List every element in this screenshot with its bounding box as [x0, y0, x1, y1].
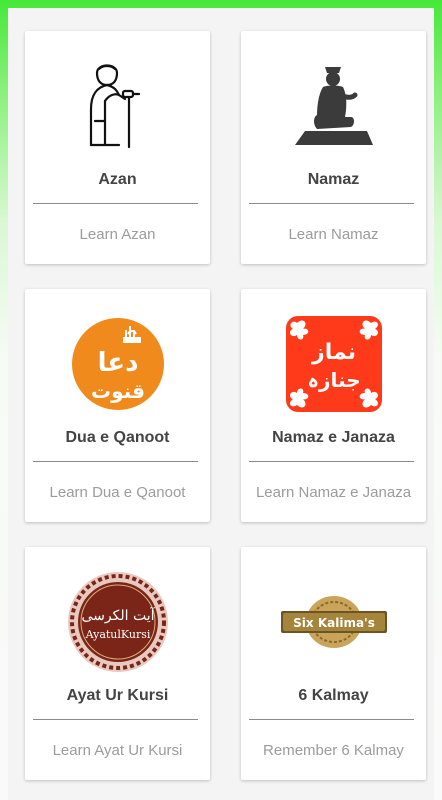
- namaz-janaza-tile-icon: نماز جنازہ: [241, 309, 426, 419]
- card-ayat-ur-kursi[interactable]: آیت الکرسی AyatulKursi Ayat Ur Kursi Lea…: [25, 547, 210, 780]
- card-subtitle[interactable]: Learn Namaz: [241, 226, 426, 243]
- card-namaz-e-janaza[interactable]: نماز جنازہ Namaz e Janaza Learn Namaz e …: [241, 289, 426, 522]
- icon-text-bottom: جنازہ: [307, 368, 360, 392]
- icon-text-bottom: قنوت: [91, 379, 145, 403]
- six-kalimas-banner-icon: Six Kalima's: [241, 567, 426, 677]
- card-dua-e-qanoot[interactable]: دعا قنوت Dua e Qanoot Learn Dua e Qanoot: [25, 289, 210, 522]
- divider: [33, 461, 198, 462]
- card-azan[interactable]: Azan Learn Azan: [25, 31, 210, 264]
- icon-text: Six Kalima's: [293, 616, 375, 630]
- card-subtitle[interactable]: Learn Azan: [25, 226, 210, 243]
- icon-text-top: دعا: [97, 348, 138, 378]
- card-title: Azan: [98, 171, 137, 188]
- icon-text-top: آیت الکرسی: [81, 606, 155, 624]
- card-subtitle[interactable]: Learn Dua e Qanoot: [25, 484, 210, 501]
- card-subtitle[interactable]: Learn Ayat Ur Kursi: [25, 742, 210, 759]
- icon-text-bottom: AyatulKursi: [84, 628, 150, 641]
- card-title: Namaz e Janaza: [272, 429, 395, 446]
- praying-man-icon: [241, 51, 426, 161]
- divider: [249, 461, 414, 462]
- card-namaz[interactable]: Namaz Learn Namaz: [241, 31, 426, 264]
- card-grid: Azan Learn Azan Namaz Learn Namaz دعا قن…: [8, 8, 434, 800]
- ayatul-kursi-medallion-icon: آیت الکرسی AyatulKursi: [25, 567, 210, 677]
- card-subtitle[interactable]: Learn Namaz e Janaza: [241, 484, 426, 501]
- card-title: Namaz: [307, 171, 360, 188]
- card-6-kalmay[interactable]: Six Kalima's 6 Kalmay Remember 6 Kalmay: [241, 547, 426, 780]
- dua-qanoot-badge-icon: دعا قنوت: [25, 309, 210, 419]
- divider: [33, 203, 198, 204]
- divider: [249, 203, 414, 204]
- card-title: Ayat Ur Kursi: [66, 687, 169, 704]
- icon-text-top: نماز: [311, 340, 356, 365]
- muezzin-azan-icon: [25, 51, 210, 161]
- card-subtitle[interactable]: Remember 6 Kalmay: [241, 742, 426, 759]
- card-title: 6 Kalmay: [298, 687, 369, 704]
- divider: [33, 719, 198, 720]
- card-title: Dua e Qanoot: [65, 429, 170, 446]
- divider: [249, 719, 414, 720]
